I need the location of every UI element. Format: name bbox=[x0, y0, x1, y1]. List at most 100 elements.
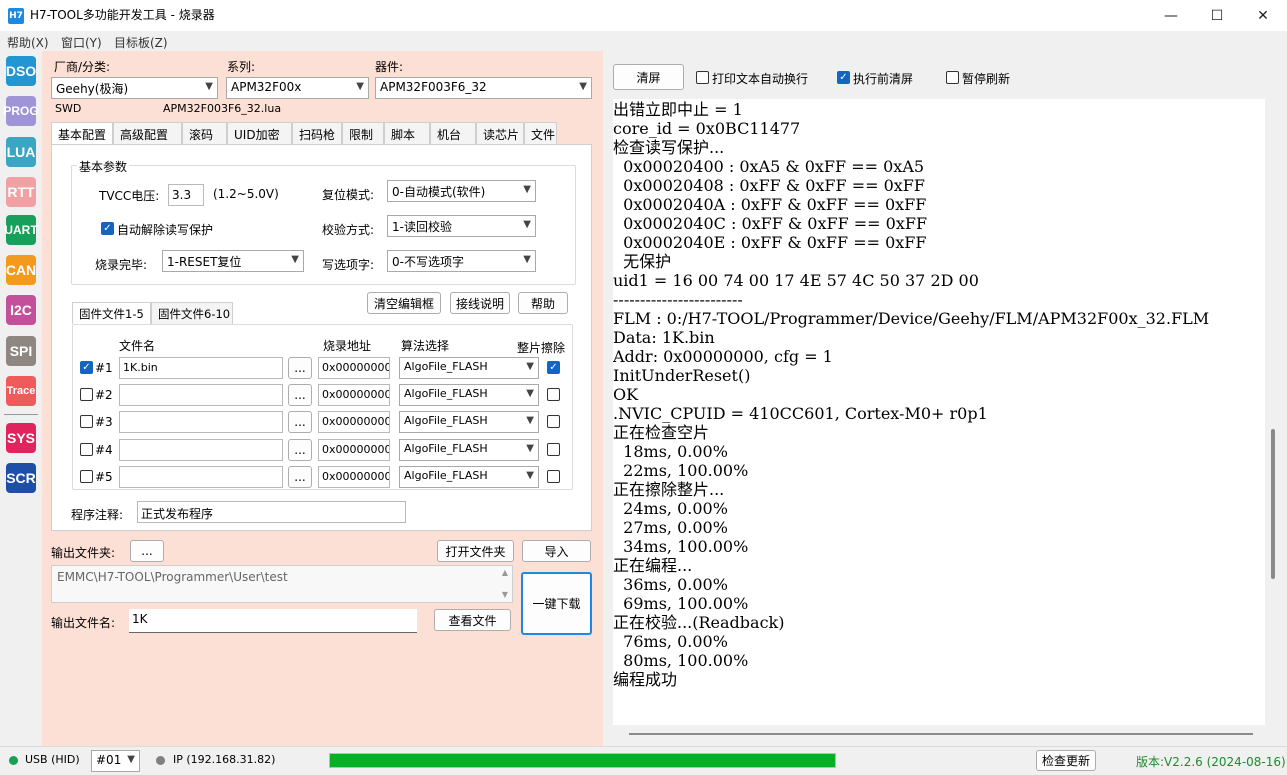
option-byte-select[interactable]: 0-不写选项字 ▼ bbox=[387, 250, 536, 272]
verify-select[interactable]: 1-读回校验 ▼ bbox=[387, 215, 536, 237]
clear-before-run-checkbox[interactable]: ✓ bbox=[837, 71, 850, 84]
chevron-down-icon: ▼ bbox=[291, 254, 299, 265]
output-path-box[interactable]: EMMC\H7-TOOL\Programmer\User\test bbox=[51, 565, 513, 603]
flash-address-input[interactable]: 0x00000000 bbox=[318, 439, 390, 461]
finish-action-select[interactable]: 1-RESET复位 ▼ bbox=[162, 250, 304, 272]
flash-address-input[interactable]: 0x00000000 bbox=[318, 411, 390, 433]
tab-machine[interactable]: 机台 bbox=[430, 122, 476, 144]
app-icon: H7 bbox=[8, 8, 24, 24]
series-select[interactable]: APM32F00x ▼ bbox=[226, 77, 369, 99]
tab-basic-config[interactable]: 基本配置 bbox=[51, 122, 113, 144]
tab-script[interactable]: 脚本 bbox=[384, 122, 430, 144]
comment-input[interactable]: 正式发布程序 bbox=[137, 501, 406, 523]
tab-scanner[interactable]: 扫码枪 bbox=[292, 122, 342, 144]
tvcc-input[interactable]: 3.3 bbox=[168, 184, 204, 206]
file-browse-button[interactable]: ... bbox=[288, 466, 312, 488]
sidebar-uart-button[interactable]: UART bbox=[4, 215, 38, 245]
file-enable-checkbox[interactable]: ✓ bbox=[80, 361, 93, 374]
tab-firmware-1-5[interactable]: 固件文件1-5 bbox=[72, 302, 151, 324]
one-click-download-button[interactable]: 一键下载 bbox=[521, 572, 592, 635]
view-file-button[interactable]: 查看文件 bbox=[434, 609, 511, 631]
sidebar-spi-button[interactable]: SPI bbox=[6, 336, 36, 366]
file-row-id: #1 bbox=[95, 361, 113, 375]
log-output[interactable]: 出错立即中止 = 1 core_id = 0x0BC11477 检查读写保护... … bbox=[613, 99, 1265, 725]
file-enable-checkbox[interactable] bbox=[80, 415, 93, 428]
sidebar-i2c-button[interactable]: I2C bbox=[6, 295, 36, 325]
algorithm-select[interactable]: AlgoFile_FLASH ▼ bbox=[399, 411, 539, 433]
file-enable-checkbox[interactable] bbox=[80, 388, 93, 401]
algorithm-value: AlgoFile_FLASH bbox=[404, 387, 488, 400]
log-vertical-scrollbar[interactable] bbox=[1271, 429, 1275, 579]
chevron-down-icon: ▼ bbox=[526, 361, 534, 372]
chip-erase-checkbox[interactable]: ✓ bbox=[547, 361, 560, 374]
menu-target-board[interactable]: 目标板(Z) bbox=[114, 34, 168, 51]
output-folder-browse-button[interactable]: ... bbox=[130, 540, 164, 562]
maximize-button[interactable]: ☐ bbox=[1194, 0, 1240, 31]
device-select[interactable]: APM32F003F6_32 ▼ bbox=[375, 77, 592, 99]
output-name-input[interactable]: 1K bbox=[129, 609, 417, 633]
sidebar-sys-button[interactable]: SYS bbox=[6, 423, 36, 453]
file-name-input[interactable] bbox=[119, 439, 283, 461]
chevron-down-icon: ▼ bbox=[526, 415, 534, 426]
flash-address-input[interactable]: 0x00000000 bbox=[318, 357, 390, 379]
check-update-button[interactable]: 检查更新 bbox=[1036, 750, 1096, 771]
open-folder-button[interactable]: 打开文件夹 bbox=[437, 540, 514, 562]
reset-mode-select[interactable]: 0-自动模式(软件) ▼ bbox=[387, 180, 536, 202]
tab-firmware-6-10[interactable]: 固件文件6-10 bbox=[151, 302, 233, 324]
auto-unlock-checkbox[interactable]: ✓ bbox=[101, 222, 114, 235]
tab-advanced-config[interactable]: 高级配置 bbox=[113, 122, 182, 144]
file-name-input[interactable] bbox=[119, 384, 283, 406]
sidebar-rtt-button[interactable]: RTT bbox=[6, 177, 36, 207]
auto-wrap-checkbox[interactable] bbox=[696, 71, 709, 84]
chip-erase-checkbox[interactable] bbox=[547, 388, 560, 401]
sidebar-trace-button[interactable]: Trace bbox=[6, 376, 36, 406]
chip-erase-checkbox[interactable] bbox=[547, 470, 560, 483]
tab-rolling-code[interactable]: 滚码 bbox=[182, 122, 227, 144]
sidebar-lua-button[interactable]: LUA bbox=[6, 137, 36, 167]
tab-file[interactable]: 文件 bbox=[524, 122, 557, 144]
chip-erase-checkbox[interactable] bbox=[547, 415, 560, 428]
minimize-button[interactable]: — bbox=[1148, 0, 1194, 31]
log-line: FLM : 0:/H7-TOOL/Programmer/Device/Geehy… bbox=[613, 309, 1210, 328]
log-horizontal-scrollbar[interactable] bbox=[629, 733, 1253, 735]
flash-address-input[interactable]: 0x00000000 bbox=[318, 466, 390, 488]
flash-address-input[interactable]: 0x00000000 bbox=[318, 384, 390, 406]
import-button[interactable]: 导入 bbox=[522, 540, 591, 562]
algorithm-select[interactable]: AlgoFile_FLASH ▼ bbox=[399, 466, 539, 488]
file-name-input[interactable] bbox=[119, 466, 283, 488]
path-scrollbar[interactable]: ▲ ▼ bbox=[498, 567, 512, 601]
file-browse-button[interactable]: ... bbox=[288, 439, 312, 461]
pause-refresh-checkbox[interactable] bbox=[946, 71, 959, 84]
algorithm-select[interactable]: AlgoFile_FLASH ▼ bbox=[399, 357, 539, 379]
tab-limit[interactable]: 限制 bbox=[342, 122, 384, 144]
chip-erase-checkbox[interactable] bbox=[547, 443, 560, 456]
sidebar-scr-button[interactable]: SCR bbox=[6, 463, 36, 493]
algorithm-select[interactable]: AlgoFile_FLASH ▼ bbox=[399, 439, 539, 461]
version-label: 版本:V2.2.6 (2024-08-16) bbox=[1136, 755, 1286, 769]
file-browse-button[interactable]: ... bbox=[288, 411, 312, 433]
firmware-files-group: 文件名 烧录地址 算法选择 整片擦除 ✓ #1 1K.bin ... 0x000… bbox=[72, 324, 573, 490]
file-name-input[interactable]: 1K.bin bbox=[119, 357, 283, 379]
file-name-input[interactable] bbox=[119, 411, 283, 433]
menu-window[interactable]: 窗口(Y) bbox=[61, 34, 102, 51]
file-browse-button[interactable]: ... bbox=[288, 384, 312, 406]
vendor-select[interactable]: Geehy(极海) ▼ bbox=[51, 77, 218, 99]
menu-help[interactable]: 帮助(X) bbox=[7, 34, 49, 51]
tab-read-chip[interactable]: 读芯片 bbox=[476, 122, 524, 144]
file-browse-button[interactable]: ... bbox=[288, 357, 312, 379]
sidebar-can-button[interactable]: CAN bbox=[6, 255, 36, 285]
file-enable-checkbox[interactable] bbox=[80, 443, 93, 456]
tab-uid-encrypt[interactable]: UID加密 bbox=[227, 122, 292, 144]
file-row-id: #2 bbox=[95, 388, 113, 402]
sidebar-dso-button[interactable]: DSO bbox=[6, 56, 36, 86]
help-button[interactable]: 帮助 bbox=[518, 292, 568, 314]
algorithm-select[interactable]: AlgoFile_FLASH ▼ bbox=[399, 384, 539, 406]
port-select[interactable]: #01 ▼ bbox=[91, 750, 140, 772]
clear-edit-button[interactable]: 清空编辑框 bbox=[367, 292, 441, 314]
close-button[interactable]: ✕ bbox=[1240, 0, 1286, 31]
wiring-guide-button[interactable]: 接线说明 bbox=[450, 292, 510, 314]
file-enable-checkbox[interactable] bbox=[80, 470, 93, 483]
clear-screen-button[interactable]: 清屏 bbox=[613, 64, 684, 90]
algorithm-value: AlgoFile_FLASH bbox=[404, 414, 488, 427]
sidebar-prog-button[interactable]: PROG bbox=[3, 96, 39, 126]
